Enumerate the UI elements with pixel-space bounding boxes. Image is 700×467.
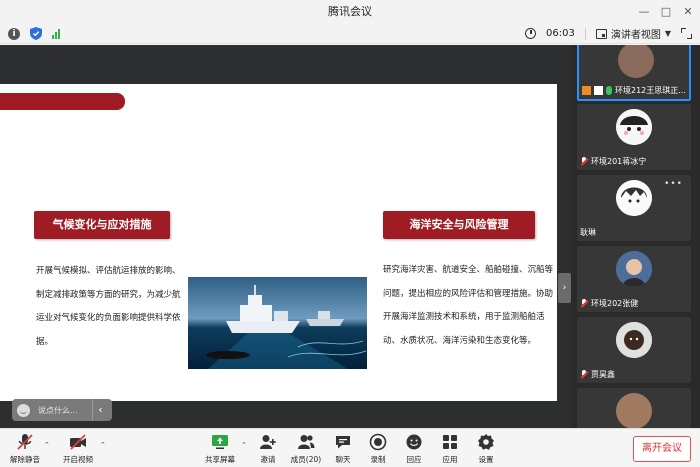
avatar (618, 45, 654, 78)
chevron-left-icon[interactable]: ‹ (92, 399, 108, 421)
avatar (616, 322, 652, 358)
start-video-button[interactable]: 开启视频 (58, 433, 98, 465)
window-title: 腾讯会议 (328, 5, 372, 18)
chat-icon (336, 436, 350, 449)
participant-name: 耿琳 (580, 228, 596, 237)
ship-image (188, 277, 367, 369)
settings-label: 设置 (478, 455, 494, 464)
left-paragraph: 开展气候模拟、评估航运排放的影响、制定减排政策等方面的研究，为减少航运业对气候变… (36, 266, 181, 347)
chevron-down-icon: ▼ (664, 29, 671, 38)
quick-chat-input[interactable]: 说点什么... ‹ (12, 399, 112, 421)
settings-button[interactable]: 设置 (466, 433, 506, 465)
meeting-time: 06:03 (546, 28, 575, 39)
smile-icon (406, 434, 422, 450)
share-screen-icon (212, 435, 228, 449)
view-mode-button[interactable]: 演讲者视图 ▼ (595, 26, 671, 41)
divider (584, 27, 586, 40)
window-controls: — □ ✕ (638, 0, 694, 24)
leave-meeting-button[interactable]: 离开会议 (633, 436, 691, 462)
participant-tile[interactable]: ••• 耿琳 (577, 175, 691, 241)
title-bar: 腾讯会议 — □ ✕ (0, 0, 700, 24)
participant-tile[interactable]: 环境202张健 (577, 246, 691, 312)
presentation-slide: 气候变化与应对措施 开展气候模拟、评估航运排放的影响、制定减排政策等方面的研究，… (0, 84, 557, 401)
meeting-info-bar: i 06:03 演讲者视图 ▼ (0, 24, 700, 44)
shared-screen: 气候变化与应对措施 开展气候模拟、评估航运排放的影响、制定减排政策等方面的研究，… (0, 45, 571, 428)
emoji-icon[interactable] (17, 403, 30, 417)
signal-icon[interactable] (52, 28, 60, 39)
start-video-label: 开启视频 (63, 455, 93, 464)
host-icon (582, 86, 591, 95)
maximize-icon[interactable]: □ (660, 6, 672, 18)
share-screen-label: 共享屏幕 (205, 455, 235, 464)
speaker-view-icon (595, 28, 607, 39)
participant-tile[interactable]: 环境201蒋冰宁 (577, 104, 691, 170)
unmute-label: 解除静音 (10, 455, 40, 464)
close-icon[interactable]: ✕ (682, 6, 694, 18)
more-icon[interactable]: ••• (664, 179, 683, 189)
gear-icon (478, 434, 494, 450)
chevron-up-icon[interactable]: ⌃ (100, 441, 106, 449)
shield-icon[interactable] (30, 27, 42, 40)
participant-name: 环境202张健 (591, 299, 639, 308)
mic-muted-icon (580, 157, 588, 166)
info-icon[interactable]: i (8, 27, 20, 40)
participant-name: 环境201蒋冰宁 (591, 157, 647, 166)
invite-label: 邀请 (260, 455, 276, 464)
members-icon (298, 435, 315, 449)
mic-on-icon (606, 86, 612, 95)
apps-label: 应用 (442, 455, 458, 464)
add-user-icon (260, 435, 276, 449)
meeting-toolbar: 解除静音 ⌃ 开启视频 ⌃ 共享屏幕 ⌃ 邀请 成员(20) 聊天 录制 回应 … (0, 428, 700, 467)
mic-muted-icon (580, 370, 588, 379)
apps-icon (443, 435, 457, 449)
avatar (616, 393, 652, 428)
participant-tile[interactable]: 环境212王思琪正... (577, 45, 691, 101)
right-paragraph: 研究海洋灾害、航道安全、船舶碰撞、沉船等问题，提出相应的风险评估和管理措施。协助… (383, 265, 554, 346)
chevron-up-icon[interactable]: ⌃ (44, 441, 50, 449)
share-icon (594, 86, 603, 95)
avatar (616, 180, 652, 216)
right-heading: 海洋安全与风险管理 (383, 211, 535, 239)
fullscreen-icon[interactable] (681, 28, 692, 39)
minimize-icon[interactable]: — (638, 6, 650, 18)
panel-collapse-handle[interactable]: › (558, 273, 571, 303)
clock-icon (525, 28, 537, 39)
record-label: 录制 (370, 455, 386, 464)
mic-muted-icon (17, 434, 33, 450)
invite-button[interactable]: 邀请 (248, 433, 288, 465)
share-screen-button[interactable]: 共享屏幕 (200, 433, 240, 465)
chat-button[interactable]: 聊天 (323, 433, 363, 465)
participant-name: 环境212王思琪正... (615, 86, 686, 95)
reactions-label: 回应 (406, 455, 422, 464)
members-label: 成员(20) (290, 455, 322, 464)
meeting-window: 腾讯会议 — □ ✕ i 06:03 演讲者视图 ▼ 气候变化与应对措施 开展气… (0, 0, 700, 467)
view-mode-label: 演讲者视图 (610, 30, 661, 41)
unmute-button[interactable]: 解除静音 (5, 433, 45, 465)
chat-label: 聊天 (335, 455, 351, 464)
members-button[interactable]: 成员(20) (286, 433, 326, 465)
avatar (616, 109, 652, 145)
record-icon (369, 433, 387, 451)
mic-muted-icon (580, 299, 588, 308)
participant-panel[interactable]: 环境212王思琪正... 环境201蒋冰宁 ••• 耿琳 环境202张健 贾昊鑫 (571, 45, 700, 428)
reactions-button[interactable]: 回应 (394, 433, 434, 465)
left-heading: 气候变化与应对措施 (34, 211, 170, 239)
chat-placeholder[interactable]: 说点什么... (38, 405, 90, 416)
avatar (616, 251, 652, 287)
decorative-bar (0, 93, 125, 110)
apps-button[interactable]: 应用 (430, 433, 470, 465)
record-button[interactable]: 录制 (358, 433, 398, 465)
participant-tile[interactable]: 贾昊鑫 (577, 317, 691, 383)
participant-tile[interactable] (577, 388, 691, 428)
chevron-up-icon[interactable]: ⌃ (241, 441, 247, 449)
camera-off-icon (70, 434, 86, 450)
participant-name: 贾昊鑫 (591, 370, 615, 379)
